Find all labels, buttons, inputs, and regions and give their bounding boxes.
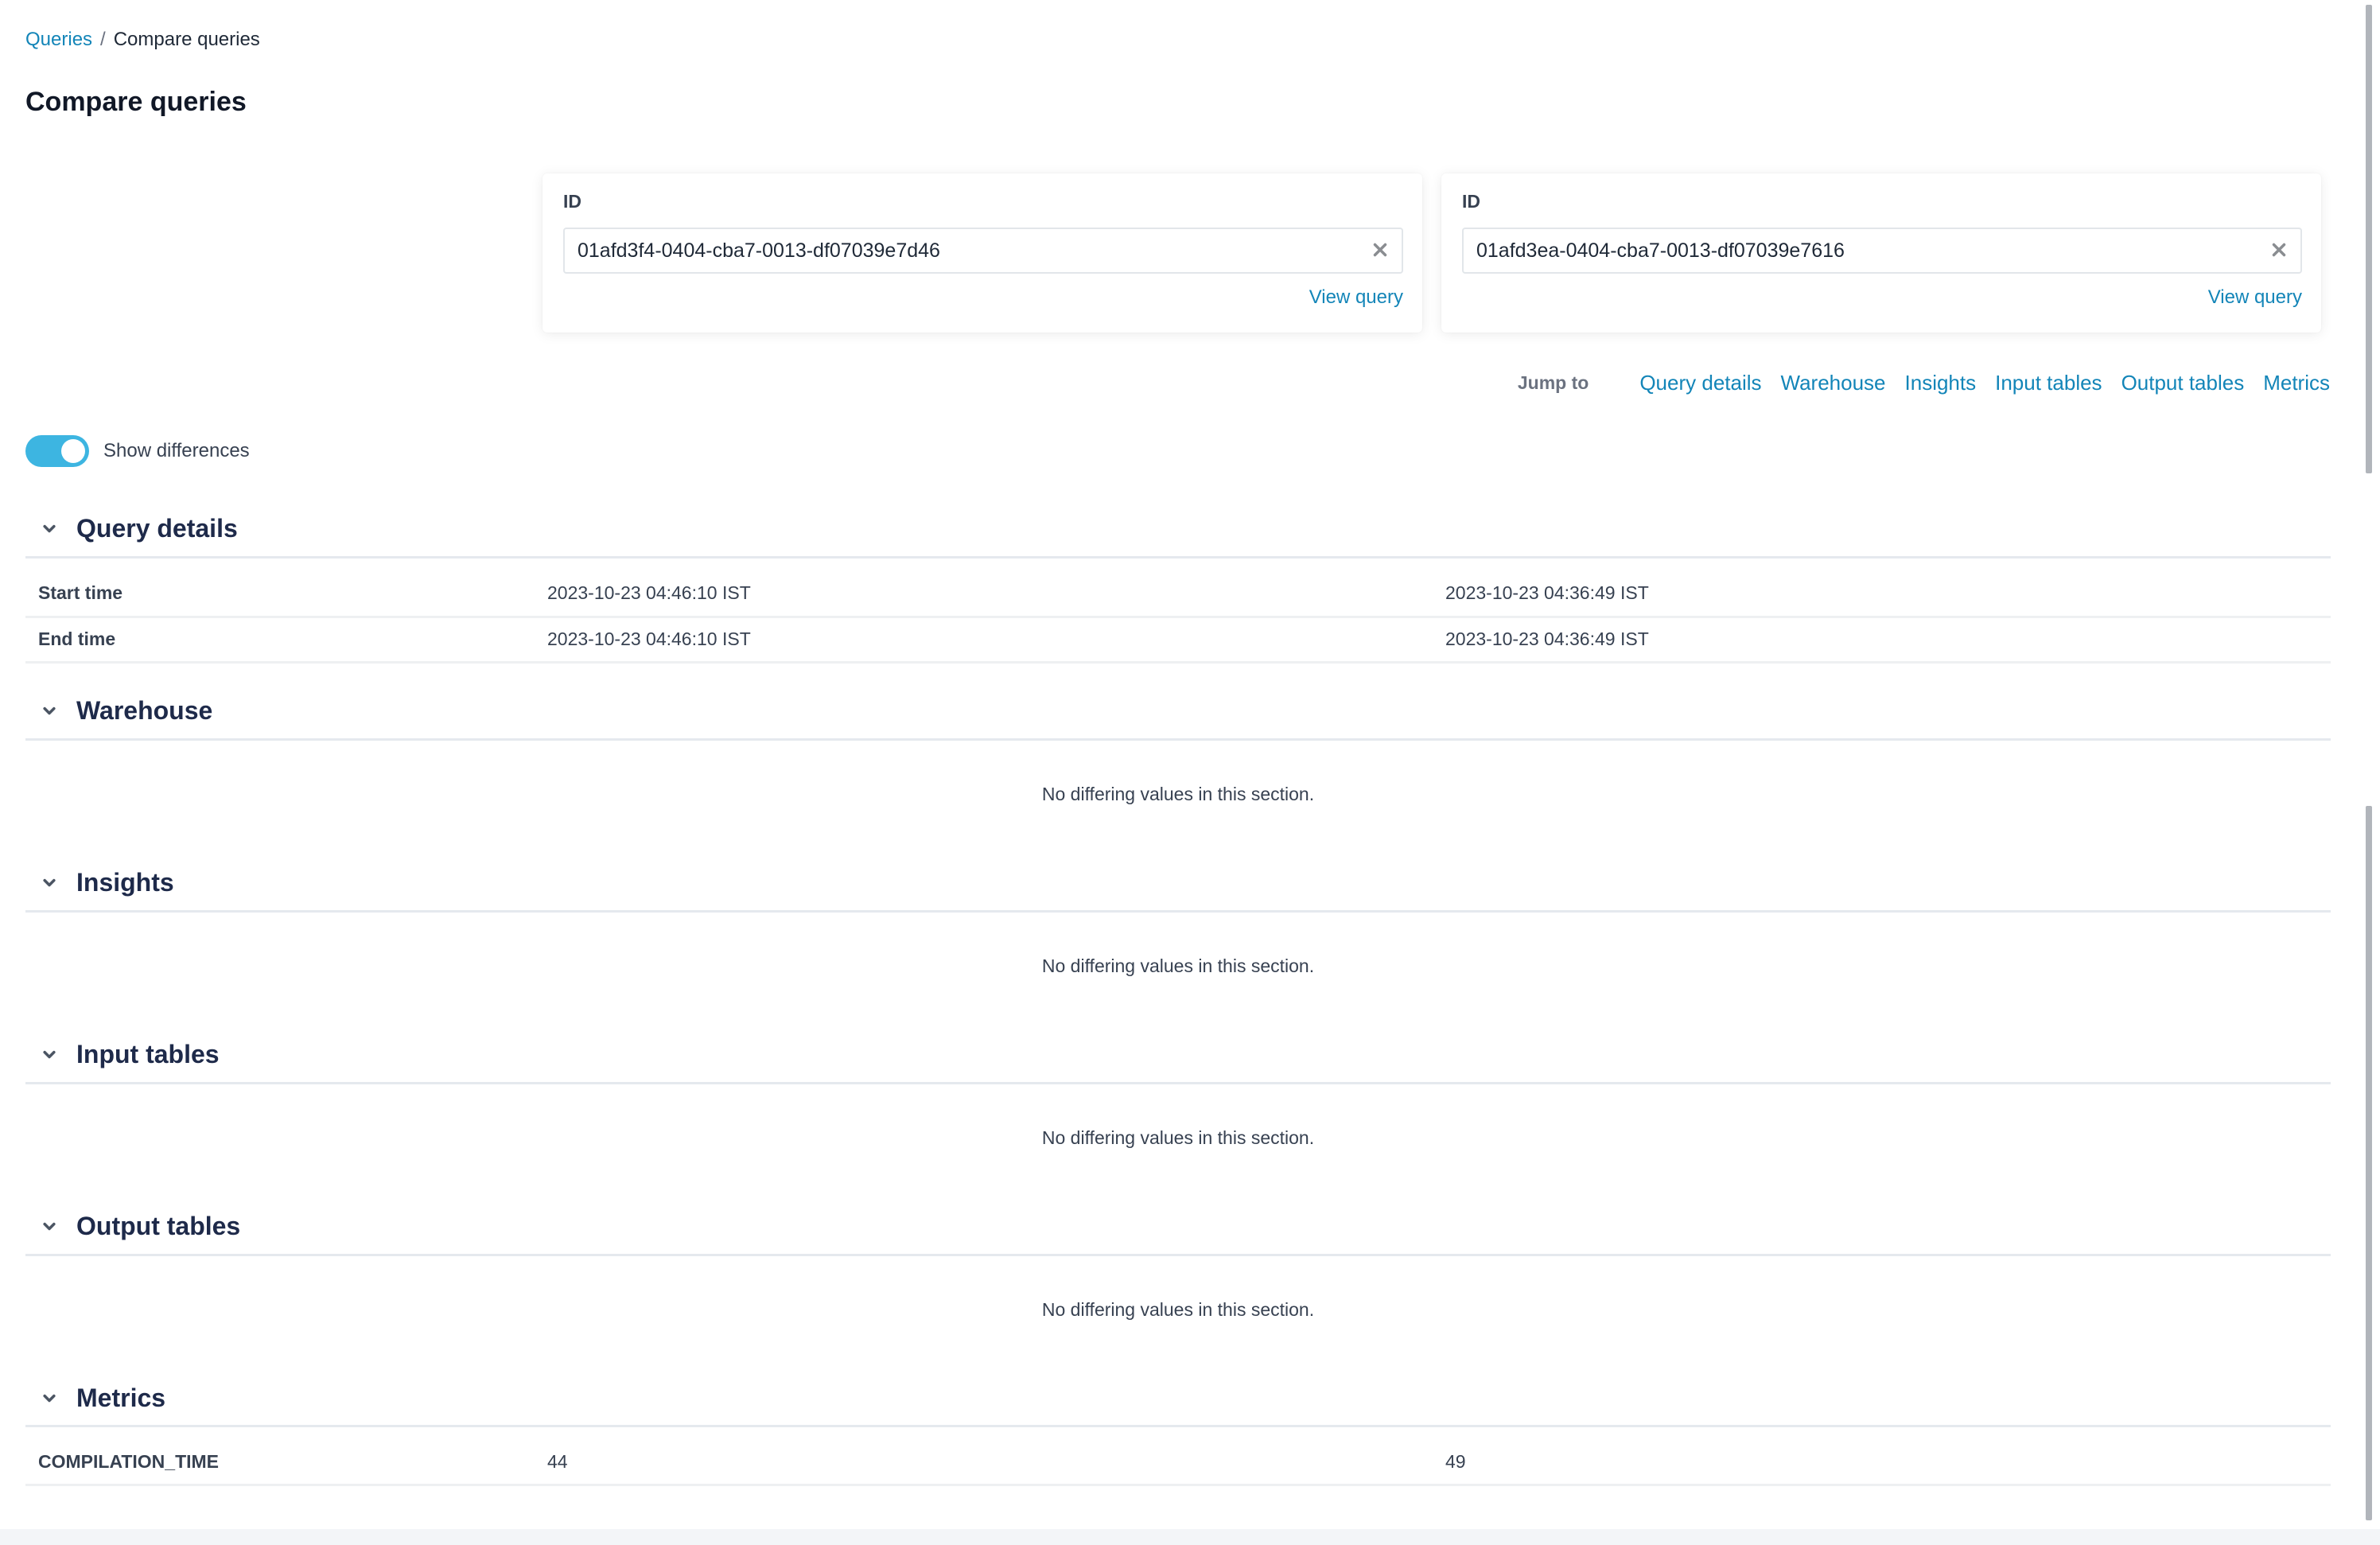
section-divider xyxy=(25,738,2331,741)
empty-message: No differing values in this section. xyxy=(1041,1127,1315,1148)
jump-link-output-tables[interactable]: Output tables xyxy=(2121,371,2245,395)
section-header-query-details[interactable]: Query details xyxy=(25,512,2331,544)
section-title[interactable]: Query details xyxy=(76,514,238,543)
page-title: Compare queries xyxy=(25,87,247,117)
show-differences-label: Show differences xyxy=(103,440,250,461)
jump-link-insights[interactable]: Insights xyxy=(1905,371,1977,395)
close-icon[interactable] xyxy=(1370,239,1390,260)
chevron-down-icon[interactable] xyxy=(38,1387,60,1409)
empty-message: No differing values in this section. xyxy=(1041,784,1315,804)
section-title[interactable]: Metrics xyxy=(76,1383,165,1413)
id-label: ID xyxy=(1462,191,1480,212)
section-divider xyxy=(25,1082,2331,1084)
query-card-2: ID View query xyxy=(1441,173,2321,333)
breadcrumb-link-queries[interactable]: Queries xyxy=(25,29,92,50)
row-value-query1: 2023-10-23 04:46:10 IST xyxy=(547,582,751,603)
section-header-input-tables[interactable]: Input tables xyxy=(25,1038,2331,1070)
empty-message: No differing values in this section. xyxy=(1041,1299,1315,1320)
page-scrollbar-thumb[interactable] xyxy=(2366,5,2372,473)
row-value-query2: 2023-10-23 04:36:49 IST xyxy=(1445,582,1649,603)
section-title[interactable]: Input tables xyxy=(76,1040,220,1069)
section-divider xyxy=(25,910,2331,913)
section-header-metrics[interactable]: Metrics xyxy=(25,1382,2331,1414)
jump-to-nav: Jump to Query details Warehouse Insights… xyxy=(1518,371,2330,395)
row-divider xyxy=(25,1484,2331,1486)
chevron-down-icon[interactable] xyxy=(38,699,60,722)
row-divider xyxy=(25,661,2331,664)
row-value-query1: 2023-10-23 04:46:10 IST xyxy=(547,629,751,649)
row-value-query2: 2023-10-23 04:36:49 IST xyxy=(1445,629,1649,649)
show-differences-toggle[interactable] xyxy=(25,435,89,467)
section-divider xyxy=(25,1254,2331,1256)
show-differences-row: Show differences xyxy=(25,435,250,467)
jump-link-input-tables[interactable]: Input tables xyxy=(1995,371,2102,395)
section-divider xyxy=(25,1425,2331,1427)
jump-link-query-details[interactable]: Query details xyxy=(1639,371,1761,395)
jump-link-warehouse[interactable]: Warehouse xyxy=(1781,371,1886,395)
jump-link-metrics[interactable]: Metrics xyxy=(2263,371,2330,395)
section-title[interactable]: Insights xyxy=(76,868,174,897)
chevron-down-icon[interactable] xyxy=(38,517,60,539)
breadcrumb-current: Compare queries xyxy=(113,29,260,50)
section-header-output-tables[interactable]: Output tables xyxy=(25,1210,2331,1242)
toggle-knob xyxy=(61,439,85,463)
row-value-query2: 49 xyxy=(1445,1451,1466,1472)
view-query-link-2[interactable]: View query xyxy=(2208,286,2302,309)
chevron-down-icon[interactable] xyxy=(38,1215,60,1237)
jump-to-label: Jump to xyxy=(1517,372,1589,393)
section-divider xyxy=(25,556,2331,558)
id-label: ID xyxy=(563,191,581,212)
section-title[interactable]: Warehouse xyxy=(76,696,212,726)
section-header-warehouse[interactable]: Warehouse xyxy=(25,695,2331,726)
chevron-down-icon[interactable] xyxy=(38,1043,60,1065)
section-title[interactable]: Output tables xyxy=(76,1212,240,1241)
footer-band xyxy=(0,1529,2380,1545)
query-id-input-1[interactable] xyxy=(565,229,1359,272)
row-label-compilation-time: COMPILATION_TIME xyxy=(38,1451,220,1472)
view-query-link-1[interactable]: View query xyxy=(1309,286,1403,309)
row-label-end-time: End time xyxy=(38,629,116,649)
query-id-input-2[interactable] xyxy=(1464,229,2258,272)
breadcrumb: Queries / Compare queries xyxy=(25,27,260,53)
section-header-insights[interactable]: Insights xyxy=(25,866,2331,898)
close-icon[interactable] xyxy=(2269,239,2289,260)
row-divider xyxy=(25,616,2331,618)
row-label-start-time: Start time xyxy=(38,582,123,603)
empty-message: No differing values in this section. xyxy=(1041,955,1315,976)
row-value-query1: 44 xyxy=(547,1451,568,1472)
query-card-1: ID View query xyxy=(542,173,1422,333)
breadcrumb-separator: / xyxy=(100,29,106,50)
query-id-field-2[interactable] xyxy=(1462,228,2302,274)
content-scrollbar-thumb[interactable] xyxy=(2366,806,2372,1520)
chevron-down-icon[interactable] xyxy=(38,871,60,893)
query-id-field-1[interactable] xyxy=(563,228,1403,274)
